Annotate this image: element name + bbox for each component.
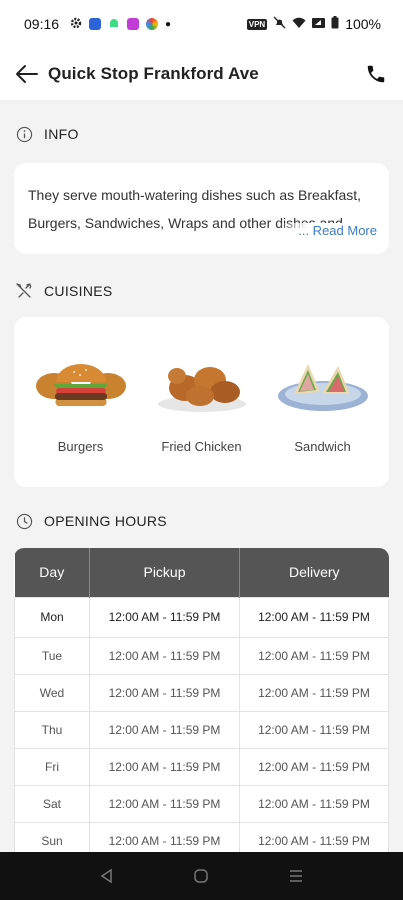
wifi-icon <box>292 16 306 32</box>
opening-hours-heading: OPENING HOURS <box>44 513 167 529</box>
delivery-cell: 12:00 AM - 11:59 PM <box>239 673 389 712</box>
cuisine-label: Fried Chicken <box>161 439 242 454</box>
table-header-row: Day Pickup Delivery <box>14 548 389 597</box>
app-photos-status-icon <box>146 18 159 30</box>
info-section-header: INFO <box>0 123 403 145</box>
sandwich-image <box>275 353 371 415</box>
android-status-icon <box>108 16 120 32</box>
day-cell: Wed <box>14 673 90 712</box>
app-bar: Quick Stop Frankford Ave <box>0 48 403 100</box>
battery-percent: 100% <box>345 16 381 32</box>
table-row: Sat 12:00 AM - 11:59 PM 12:00 AM - 11:59… <box>14 784 389 823</box>
phone-icon <box>367 65 385 83</box>
cuisine-label: Sandwich <box>294 439 351 454</box>
battery-icon <box>331 16 339 32</box>
pickup-cell: 12:00 AM - 11:59 PM <box>89 710 240 749</box>
delivery-cell: 12:00 AM - 11:59 PM <box>239 596 389 638</box>
table-row: Thu 12:00 AM - 11:59 PM 12:00 AM - 11:59… <box>14 710 389 749</box>
mute-icon <box>273 16 286 32</box>
delivery-cell: 12:00 AM - 11:59 PM <box>239 784 389 823</box>
status-bar: 09:16 ● VPN 100% <box>0 0 403 48</box>
table-row: Fri 12:00 AM - 11:59 PM 12:00 AM - 11:59… <box>14 747 389 786</box>
signal-icon <box>312 16 326 32</box>
read-more-container: ... Read More <box>278 223 377 238</box>
pickup-cell: 12:00 AM - 11:59 PM <box>89 821 240 852</box>
pickup-cell: 12:00 AM - 11:59 PM <box>89 596 240 638</box>
cuisine-item-burgers[interactable]: Burgers <box>26 353 136 487</box>
delivery-cell: 12:00 AM - 11:59 PM <box>239 821 389 852</box>
nav-home-button[interactable] <box>189 864 213 888</box>
app-m-status-icon <box>89 18 102 30</box>
opening-hours-section-header: OPENING HOURS <box>0 510 403 532</box>
menu-lines-icon <box>289 870 302 882</box>
page-title: Quick Stop Frankford Ave <box>48 64 259 83</box>
day-cell: Sat <box>14 784 90 823</box>
dot-status-icon: ● <box>165 18 172 30</box>
triangle-back-icon <box>100 868 112 884</box>
table-row: Sun 12:00 AM - 11:59 PM 12:00 AM - 11:59… <box>14 821 389 852</box>
day-cell: Tue <box>14 636 90 675</box>
pickup-cell: 12:00 AM - 11:59 PM <box>89 673 240 712</box>
column-header-day: Day <box>14 548 90 597</box>
cuisines-section-header: CUISINES <box>0 280 403 302</box>
table-row: Tue 12:00 AM - 11:59 PM 12:00 AM - 11:59… <box>14 636 389 675</box>
cuisine-item-sandwich[interactable]: Sandwich <box>268 353 378 487</box>
read-more-link[interactable]: ... Read More <box>298 223 377 238</box>
cuisine-item-fried-chicken[interactable]: Fried Chicken <box>147 353 257 487</box>
pickup-cell: 12:00 AM - 11:59 PM <box>89 747 240 786</box>
table-row: Wed 12:00 AM - 11:59 PM 12:00 AM - 11:59… <box>14 673 389 712</box>
nav-back-button[interactable] <box>95 864 119 888</box>
arrow-left-icon <box>16 65 38 83</box>
day-cell: Sun <box>14 821 90 852</box>
app-purple-status-icon <box>127 18 140 30</box>
status-time: 09:16 <box>24 16 60 32</box>
day-cell: Fri <box>14 747 90 786</box>
vpn-icon: VPN <box>246 18 268 30</box>
cuisines-card: Burgers Fried Chicken Sandwich <box>14 317 389 487</box>
pickup-cell: 12:00 AM - 11:59 PM <box>89 636 240 675</box>
delivery-cell: 12:00 AM - 11:59 PM <box>239 747 389 786</box>
utensils-icon <box>14 281 34 301</box>
column-header-pickup: Pickup <box>89 548 240 597</box>
fried-chicken-image <box>154 353 250 415</box>
nav-recents-button[interactable] <box>284 864 308 888</box>
opening-hours-table: Day Pickup Delivery Mon 12:00 AM - 11:59… <box>14 548 389 852</box>
settings-status-icon <box>70 16 82 32</box>
restaurant-details[interactable]: INFO They serve mouth-watering dishes su… <box>0 100 403 852</box>
info-card: They serve mouth-watering dishes such as… <box>14 163 389 254</box>
call-button[interactable] <box>363 61 389 87</box>
cuisine-label: Burgers <box>57 439 104 454</box>
info-heading: INFO <box>44 126 79 142</box>
table-row: Mon 12:00 AM - 11:59 PM 12:00 AM - 11:59… <box>14 596 389 638</box>
burger-image <box>33 353 129 415</box>
cuisines-heading: CUISINES <box>44 283 113 299</box>
pickup-cell: 12:00 AM - 11:59 PM <box>89 784 240 823</box>
day-cell: Thu <box>14 710 90 749</box>
clock-icon <box>14 511 34 531</box>
info-icon <box>14 124 34 144</box>
column-header-delivery: Delivery <box>239 548 389 597</box>
delivery-cell: 12:00 AM - 11:59 PM <box>239 710 389 749</box>
day-cell: Mon <box>14 596 90 638</box>
system-nav-bar <box>0 852 403 900</box>
home-circle-icon <box>194 869 209 883</box>
delivery-cell: 12:00 AM - 11:59 PM <box>239 636 389 675</box>
back-button[interactable] <box>14 61 40 87</box>
